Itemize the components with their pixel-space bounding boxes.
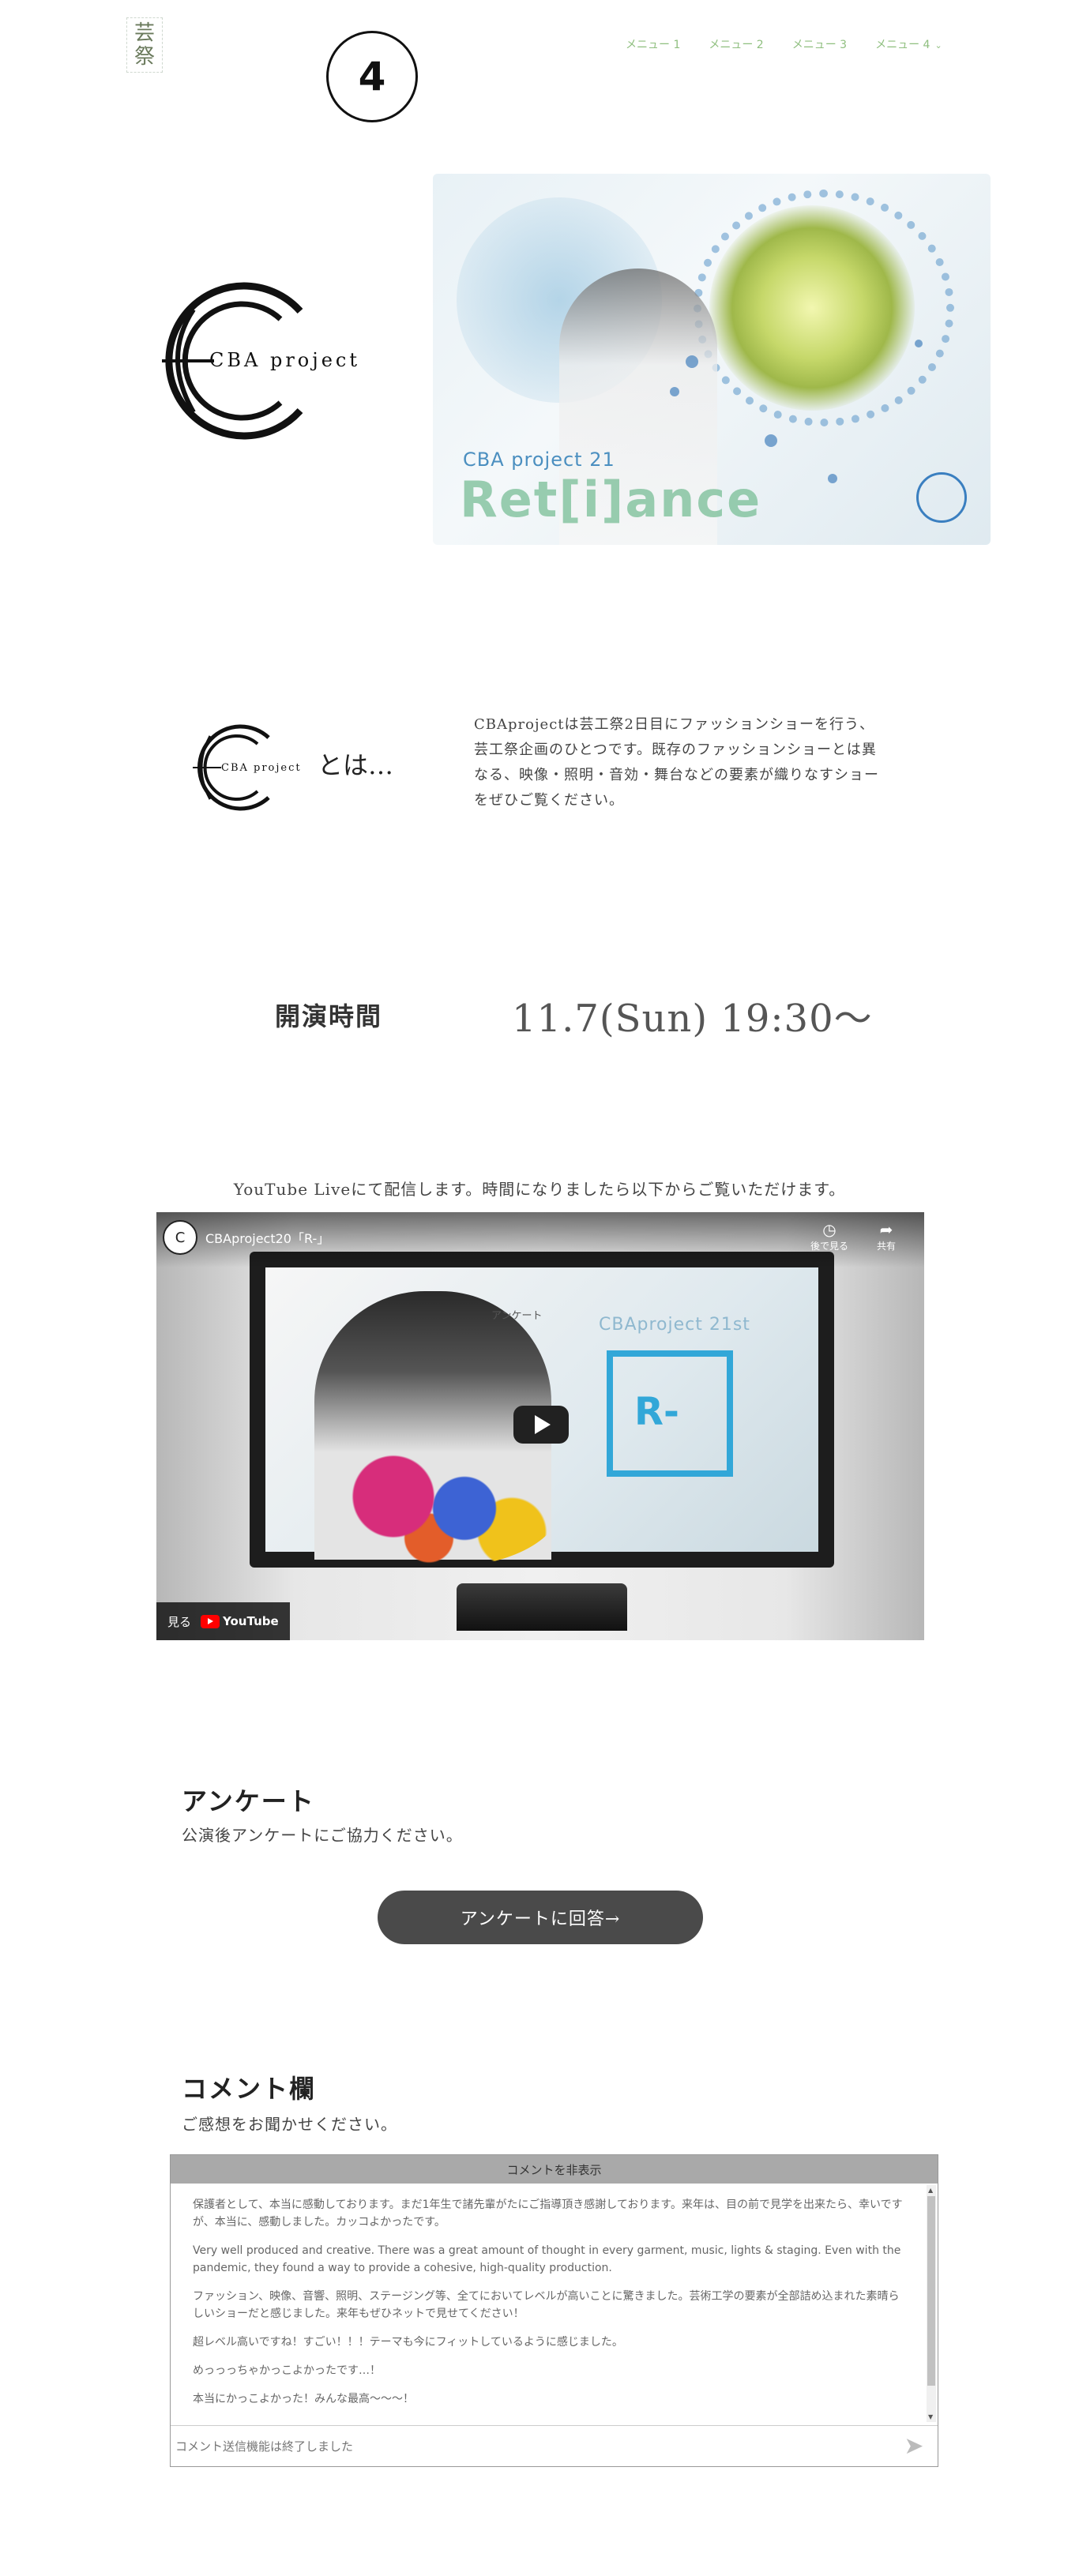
watch-on-youtube-button[interactable]: 見る YouTube <box>156 1602 290 1640</box>
site-header: 芸 祭 4 メニュー 1 メニュー 2 メニュー 3 メニュー 4 ⌄ <box>0 0 1079 150</box>
video-flowers <box>322 1449 559 1568</box>
send-icon[interactable]: ➤ <box>890 2426 938 2466</box>
watch-later-button[interactable]: ◷ 後で見る <box>806 1220 853 1252</box>
channel-avatar[interactable]: C <box>163 1220 197 1255</box>
hero-sphere <box>709 205 915 411</box>
nav-item-menu-4[interactable]: メニュー 4 ⌄ <box>875 36 942 52</box>
live-note: YouTube Liveにて配信します。時間になりましたら以下からご覧いただけま… <box>233 1180 846 1199</box>
comment-item: 本当にかっこよかった！みんな最高〜〜〜！ <box>193 2393 414 2405</box>
cba-logo-mark: CBA project <box>162 282 360 440</box>
comment-item: ファッション、映像、音響、照明、ステージング等、全てにおいてレベルが高いことに驚… <box>193 2290 900 2320</box>
watch-on-label: 見る <box>167 1614 192 1629</box>
hero-small-title: CBA project 21 <box>463 449 615 471</box>
number-badge: 4 <box>326 31 418 122</box>
comment-item: 超レベル高いですね！すごい！！！テーマも今にフィットしているように感じました。 <box>193 2336 623 2349</box>
video-r-text: R- <box>634 1390 679 1434</box>
clock-icon: ◷ <box>822 1220 837 1239</box>
hero-dot <box>686 355 698 368</box>
scroll-down-icon[interactable]: ▼ <box>928 2413 933 2420</box>
about-logo-text: CBA project <box>221 762 302 774</box>
hero-dot <box>765 434 777 447</box>
hide-comments-button[interactable]: コメントを非表示 <box>171 2155 938 2184</box>
site-logo[interactable]: 芸 祭 <box>126 17 163 73</box>
main-nav: メニュー 1 メニュー 2 メニュー 3 メニュー 4 ⌄ <box>626 36 971 52</box>
video-title[interactable]: CBAproject20「R-」 <box>205 1228 329 1247</box>
video-monitor-stand <box>457 1583 627 1631</box>
chevron-down-icon: ⌄ <box>934 40 942 51</box>
share-icon: ➦ <box>879 1220 893 1239</box>
comments-subtitle: ご感想をお聞かせください。 <box>182 2115 397 2134</box>
hero-key-visual: CBA project 21 Ret[i]ance <box>433 174 991 545</box>
hero-dot <box>828 474 837 483</box>
comment-input[interactable] <box>171 2426 890 2466</box>
youtube-play-icon <box>201 1614 220 1628</box>
comment-widget: コメントを非表示 保護者として、本当に感動しております。まだ1年生で諸先輩がたに… <box>170 2154 938 2467</box>
survey-subtitle: 公演後アンケートにご協力ください。 <box>182 1826 463 1845</box>
comment-item: めっっっちゃかっこよかったです…！ <box>193 2364 381 2377</box>
showtime-value: 11.7(Sun) 19:30〜 <box>512 997 873 1041</box>
hero-mini-logo <box>916 472 967 523</box>
nav-item-menu-4-label: メニュー 4 <box>875 39 930 51</box>
share-button[interactable]: ➦ 共有 <box>863 1220 910 1252</box>
nav-item-menu-1[interactable]: メニュー 1 <box>626 36 680 52</box>
video-overlay-brand: CBAproject 21st <box>599 1315 750 1335</box>
cba-project-logo: CBA project <box>138 278 375 444</box>
watch-later-label: 後で見る <box>810 1241 848 1252</box>
comment-item: 保護者として、本当に感動しております。まだ1年生で諸先輩がたにご指導頂き感謝して… <box>193 2199 903 2229</box>
cba-logo-text: CBA project <box>209 349 360 371</box>
scrollbar-thumb[interactable] <box>927 2196 935 2386</box>
comment-item: Very well produced and creative. There w… <box>193 2244 901 2274</box>
logo-char-1: 芸 <box>133 21 155 45</box>
play-button[interactable] <box>513 1406 569 1444</box>
comment-list[interactable]: 保護者として、本当に感動しております。まだ1年生で諸先輩がたにご指導頂き感謝して… <box>171 2184 927 2424</box>
share-label: 共有 <box>876 1241 896 1252</box>
hero-big-title: Ret[i]ance <box>460 471 762 528</box>
youtube-wordmark: YouTube <box>223 1614 279 1628</box>
about-heading-suffix: とは… <box>318 750 394 780</box>
nav-item-menu-3[interactable]: メニュー 3 <box>792 36 847 52</box>
survey-answer-button[interactable]: アンケートに回答→ <box>378 1891 703 1944</box>
hero-dot <box>670 387 679 396</box>
comments-title: コメント欄 <box>182 2074 317 2104</box>
comment-scrollbar[interactable]: ▲ ▼ <box>927 2185 936 2422</box>
youtube-logo: YouTube <box>201 1614 279 1628</box>
video-overlay-small-text: アンケート <box>491 1310 543 1322</box>
comment-input-row: ➤ <box>171 2425 938 2466</box>
logo-char-2: 祭 <box>133 45 155 69</box>
showtime-label: 開演時間 <box>275 1001 383 1031</box>
survey-title: アンケート <box>182 1786 315 1816</box>
youtube-embed[interactable]: アンケート CBAproject 21st R- C CBAproject20「… <box>156 1212 924 1640</box>
hero-dot <box>915 340 923 347</box>
about-description: CBAprojectは芸工祭2日目にファッションショーを行う、芸工祭企画のひとつ… <box>474 716 879 809</box>
scroll-up-icon[interactable]: ▲ <box>928 2187 933 2194</box>
nav-item-menu-2[interactable]: メニュー 2 <box>709 36 763 52</box>
